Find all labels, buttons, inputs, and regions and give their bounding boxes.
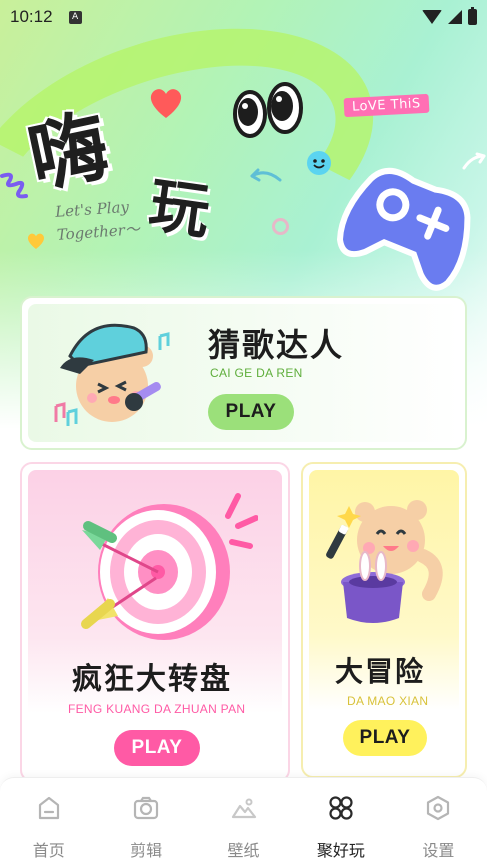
play-button[interactable]: PLAY	[114, 730, 200, 766]
cellular-icon	[448, 10, 462, 24]
smiley-icon	[307, 151, 331, 175]
battery-icon	[468, 7, 477, 25]
nav-item-wallpaper[interactable]: 壁纸	[195, 778, 292, 865]
cartoon-eyes-icon	[233, 82, 303, 138]
game-title: 疯狂大转盘	[72, 662, 232, 697]
bear-singer-illustration	[54, 323, 170, 426]
game-title: 猜歌达人	[208, 326, 345, 364]
mountain-icon	[230, 794, 258, 822]
nav-item-games[interactable]: 聚好玩	[292, 778, 389, 865]
gamepad-icon	[336, 167, 471, 291]
settings-hexagon-icon	[424, 794, 452, 822]
game-subtitle: FENG KUANG DA ZHUAN PAN	[68, 702, 246, 716]
game-card-da-mao-xian[interactable]: 大冒险 DA MAO XIAN PLAY	[301, 462, 467, 778]
small-heart-icon	[28, 233, 44, 249]
nav-item-home[interactable]: 首页	[0, 778, 97, 865]
nav-label: 壁纸	[227, 841, 260, 860]
nav-label: 剪辑	[130, 841, 163, 860]
game-subtitle: DA MAO XIAN	[347, 694, 429, 708]
heart-icon	[150, 89, 182, 118]
play-button[interactable]: PLAY	[208, 394, 294, 430]
ring-decoration	[272, 218, 289, 235]
nav-item-settings[interactable]: 设置	[390, 778, 487, 865]
game-title: 大冒险	[335, 655, 426, 688]
home-icon	[35, 794, 63, 822]
nav-item-edit[interactable]: 剪辑	[97, 778, 194, 865]
notification-badge: A	[68, 10, 82, 24]
game-card-cai-ge-da-ren[interactable]: 猜歌达人 CAI GE DA REN PLAY	[20, 296, 467, 450]
love-this-badge: LoVE ThiS	[343, 93, 430, 118]
status-time: 10:12	[10, 7, 53, 26]
status-bar: 10:12 A	[0, 0, 487, 34]
nav-label: 设置	[422, 841, 455, 860]
squiggle-icon	[0, 172, 28, 199]
hero-tagline: Let's Play Together～	[54, 197, 141, 244]
bottom-nav: 首页 剪辑 壁纸 聚好玩 设置	[0, 777, 487, 865]
nav-label: 聚好玩	[316, 841, 365, 860]
play-button[interactable]: PLAY	[343, 720, 427, 756]
game-card-feng-kuang-da-zhuan-pan[interactable]: 疯狂大转盘 FENG KUANG DA ZHUAN PAN PLAY	[20, 462, 290, 782]
hero-title-wan: 玩	[144, 170, 214, 248]
dartboard-illustration	[81, 493, 258, 640]
grid-clover-icon	[327, 794, 355, 822]
bear-magician-illustration	[326, 500, 443, 623]
curved-arrow-icon	[250, 168, 282, 182]
wifi-icon	[422, 10, 442, 24]
nav-label: 首页	[32, 841, 65, 860]
camera-icon	[132, 794, 160, 822]
game-subtitle: CAI GE DA REN	[210, 366, 303, 380]
